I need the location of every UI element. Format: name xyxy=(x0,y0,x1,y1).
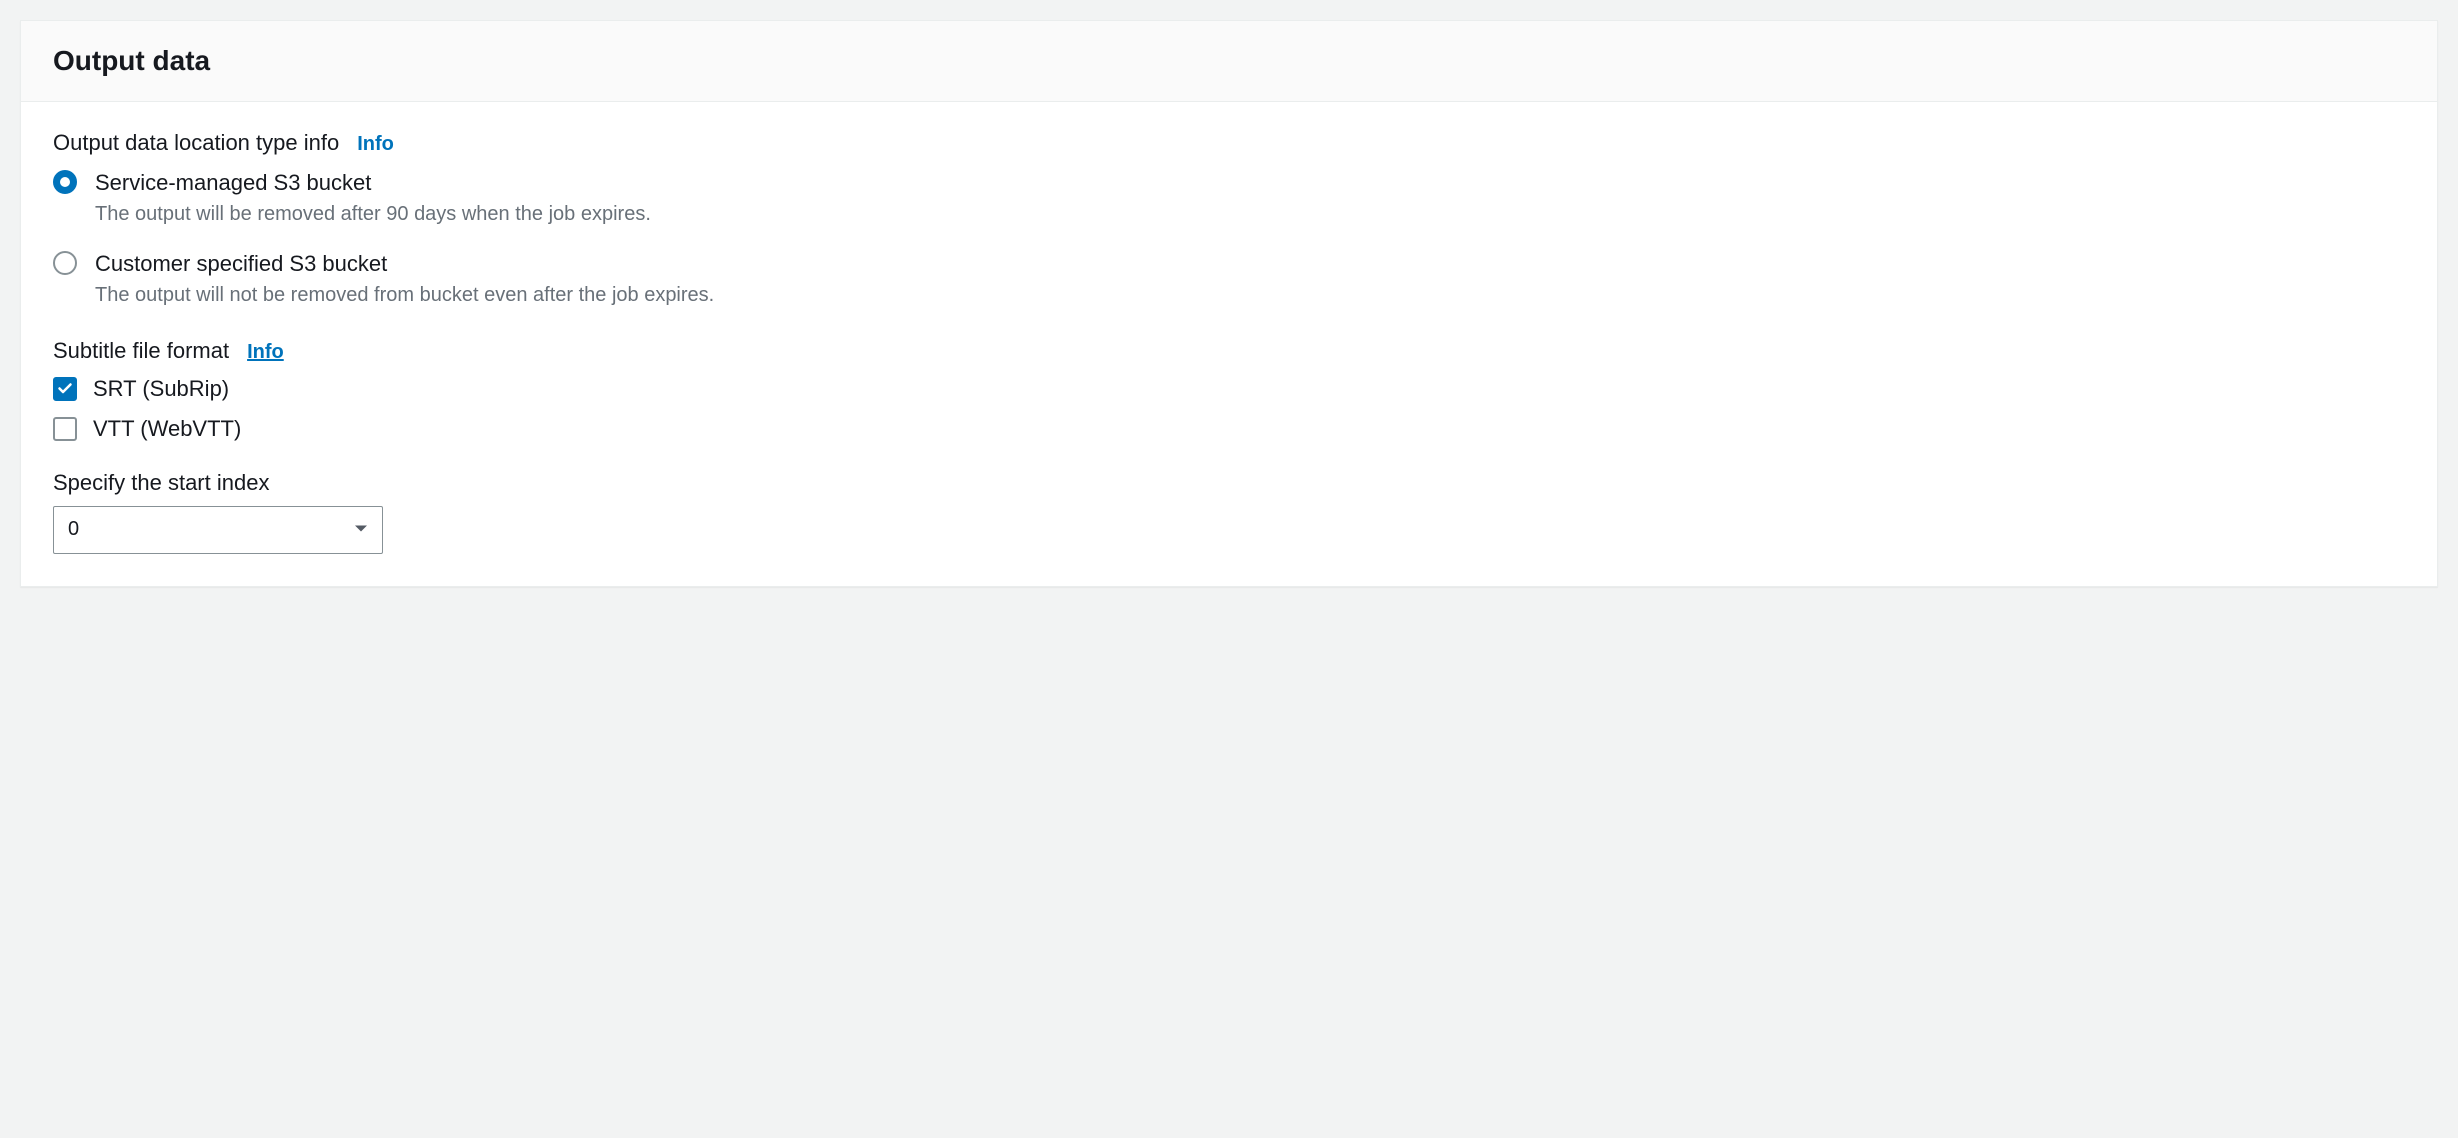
start-index-label: Specify the start index xyxy=(53,470,2405,496)
location-type-group: Output data location type info Info Serv… xyxy=(53,130,2405,310)
start-index-value: 0 xyxy=(68,518,79,541)
checkbox-icon xyxy=(53,377,77,401)
radio-desc: The output will not be removed from buck… xyxy=(95,280,714,310)
check-icon xyxy=(57,381,73,397)
location-type-info-link[interactable]: Info xyxy=(357,133,394,156)
subtitle-format-label: Subtitle file format xyxy=(53,338,229,364)
start-index-select-wrapper: 0 xyxy=(53,506,383,554)
radio-title: Customer specified S3 bucket xyxy=(95,249,714,280)
checkbox-label: SRT (SubRip) xyxy=(93,376,229,402)
location-type-label-row: Output data location type info Info xyxy=(53,130,2405,156)
location-type-label: Output data location type info xyxy=(53,130,339,156)
checkbox-vtt[interactable]: VTT (WebVTT) xyxy=(53,416,2405,442)
checkbox-label: VTT (WebVTT) xyxy=(93,416,241,442)
radio-text: Service-managed S3 bucket The output wil… xyxy=(95,168,651,229)
radio-title: Service-managed S3 bucket xyxy=(95,168,651,199)
radio-service-managed[interactable]: Service-managed S3 bucket The output wil… xyxy=(53,168,2405,229)
checkbox-srt[interactable]: SRT (SubRip) xyxy=(53,376,2405,402)
radio-icon xyxy=(53,170,77,194)
radio-desc: The output will be removed after 90 days… xyxy=(95,199,651,229)
subtitle-format-group: Subtitle file format Info SRT (SubRip) V xyxy=(53,338,2405,442)
start-index-select[interactable]: 0 xyxy=(53,506,383,554)
checkbox-icon xyxy=(53,417,77,441)
subtitle-format-info-link[interactable]: Info xyxy=(247,341,284,364)
panel-title: Output data xyxy=(53,45,2405,77)
radio-icon xyxy=(53,251,77,275)
radio-text: Customer specified S3 bucket The output … xyxy=(95,249,714,310)
panel-header: Output data xyxy=(21,21,2437,102)
subtitle-format-label-row: Subtitle file format Info xyxy=(53,338,2405,364)
output-data-panel: Output data Output data location type in… xyxy=(20,20,2438,587)
radio-customer-specified[interactable]: Customer specified S3 bucket The output … xyxy=(53,249,2405,310)
panel-body: Output data location type info Info Serv… xyxy=(21,102,2437,586)
start-index-group: Specify the start index 0 xyxy=(53,470,2405,554)
